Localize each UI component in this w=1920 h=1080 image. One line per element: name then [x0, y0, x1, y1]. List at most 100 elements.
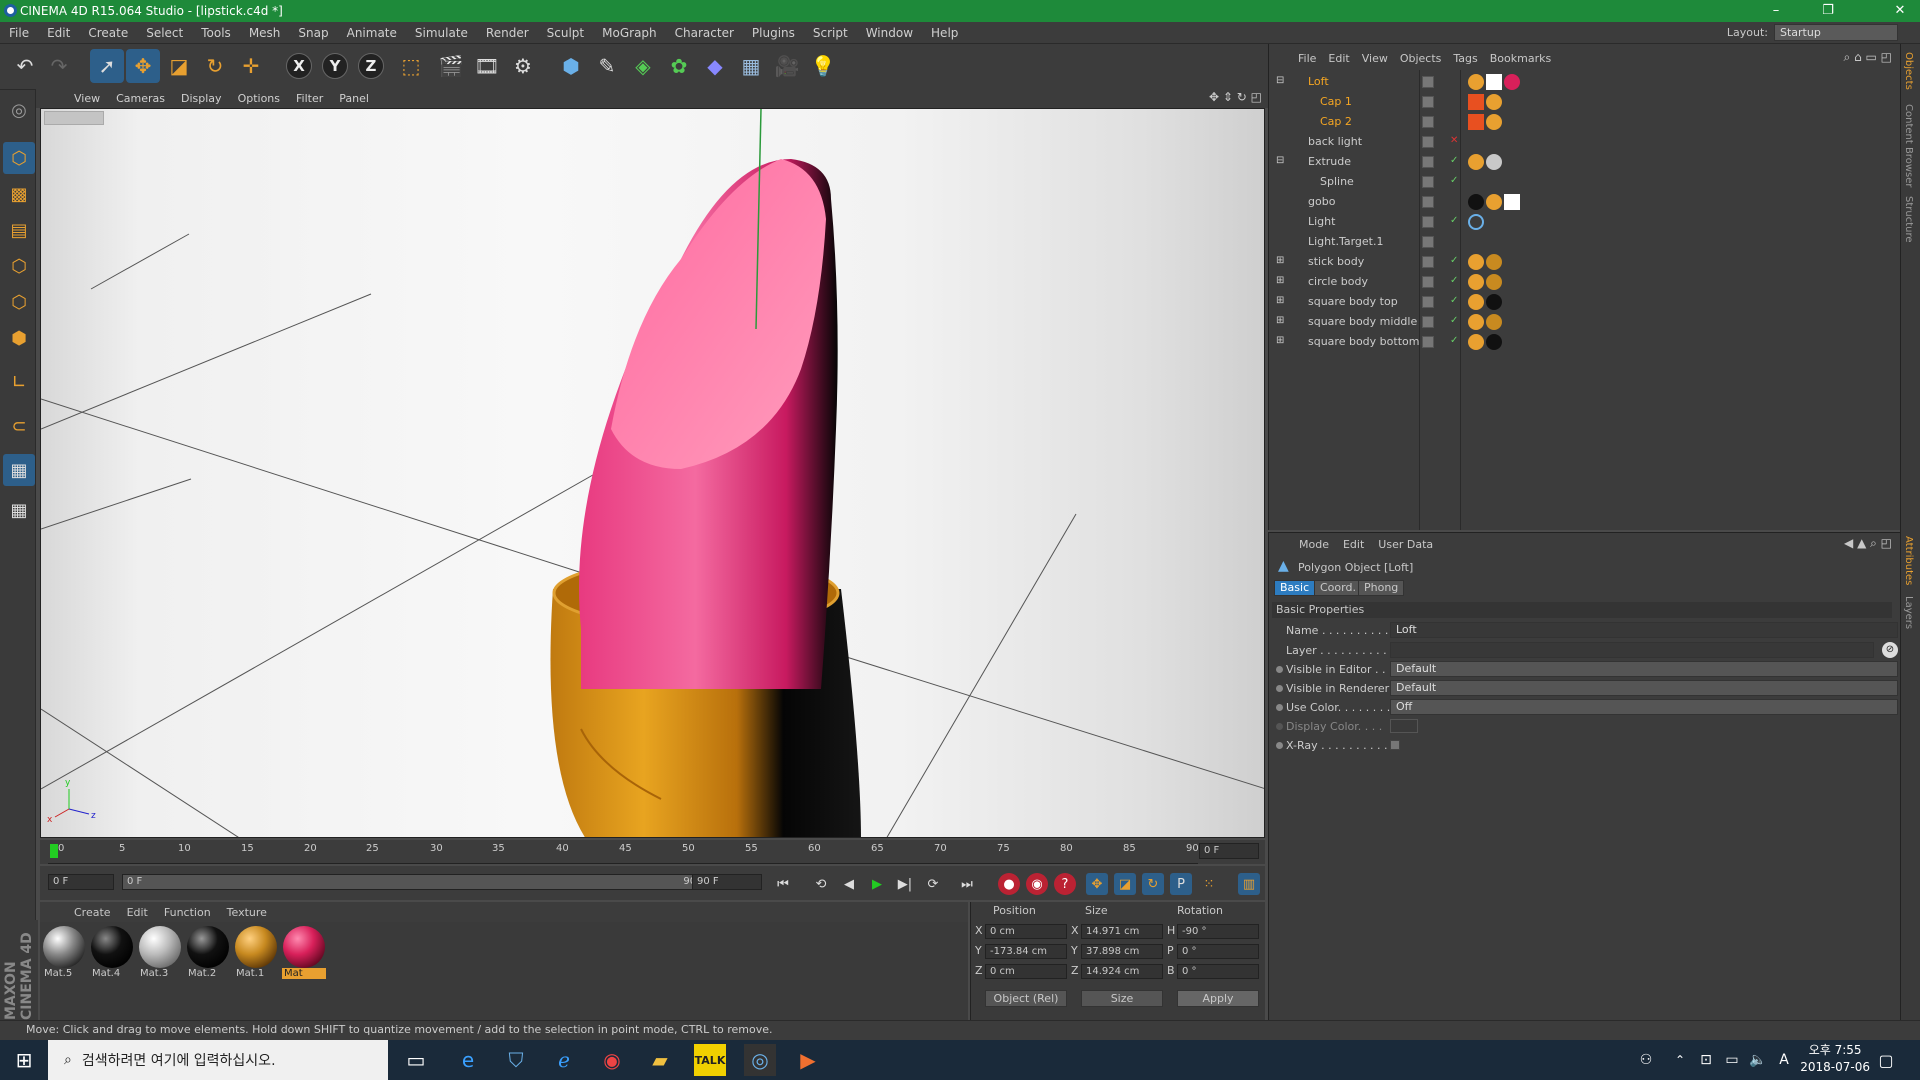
material-swatch[interactable]: Mat.1	[234, 926, 278, 984]
object-menu-view[interactable]: View	[1356, 52, 1394, 65]
y-axis-lock-icon[interactable]: Y	[322, 53, 348, 79]
frame-range-slider[interactable]: 0 F 90 F	[122, 874, 724, 890]
go-to-start-icon[interactable]: ⏮	[772, 873, 794, 895]
tab-attributes[interactable]: Attributes	[1903, 536, 1914, 585]
undo-icon[interactable]: ↶	[8, 49, 42, 83]
animate-dot-icon[interactable]	[1276, 742, 1283, 749]
texture-tag-icon[interactable]	[1504, 194, 1520, 210]
deformer-icon[interactable]: ◆	[698, 49, 732, 83]
position-z-field[interactable]: 0 cm	[985, 964, 1067, 979]
material-tag-icon[interactable]	[1486, 314, 1502, 330]
x-axis-lock-icon[interactable]: X	[286, 53, 312, 79]
chrome-icon[interactable]: ◉	[596, 1044, 628, 1076]
object-row-back-light[interactable]: back light ✕	[1272, 132, 1892, 152]
menu-sculpt[interactable]: Sculpt	[538, 26, 593, 40]
animate-dot-icon[interactable]	[1276, 723, 1283, 730]
menu-tools[interactable]: Tools	[192, 26, 240, 40]
visible-in-editor-select[interactable]: Default	[1390, 661, 1898, 677]
material-tag-icon[interactable]	[1486, 254, 1502, 270]
subdivision-surface-icon[interactable]: ◈	[626, 49, 660, 83]
layer-icon[interactable]	[1422, 176, 1434, 188]
material-tag-icon[interactable]	[1486, 334, 1502, 350]
model-mode-icon[interactable]: ⬡	[3, 142, 35, 174]
make-editable-icon[interactable]: ◎	[3, 94, 35, 126]
workplane-mode-icon[interactable]: ▤	[3, 214, 35, 246]
expand-icon[interactable]: ⊟	[1276, 155, 1284, 166]
layer-icon[interactable]	[1422, 316, 1434, 328]
snap-magnet-icon[interactable]: ⊂	[3, 410, 35, 442]
start-frame-field[interactable]: 0 F	[48, 874, 114, 890]
phong-tag-icon[interactable]	[1468, 154, 1484, 170]
cinema4d-taskbar-icon[interactable]: ◎	[744, 1044, 776, 1076]
object-row-cap1[interactable]: Cap 1	[1272, 92, 1892, 112]
layer-icon[interactable]	[1422, 76, 1434, 88]
disabled-icon[interactable]: ✕	[1450, 135, 1458, 146]
windows-start-icon[interactable]: ⊞	[0, 1040, 48, 1080]
viewport-menu-view[interactable]: View	[66, 92, 108, 105]
workplane-grid-icon[interactable]: ▦	[3, 494, 35, 526]
menu-edit[interactable]: Edit	[38, 26, 79, 40]
previous-key-icon[interactable]: ⟲	[810, 873, 832, 895]
light-bulb-icon[interactable]: 💡	[806, 49, 840, 83]
layer-icon[interactable]	[1422, 156, 1434, 168]
workplane-lock-icon[interactable]: ▦	[3, 454, 35, 486]
size-x-field[interactable]: 14.971 cm	[1081, 924, 1163, 939]
tab-basic[interactable]: Basic	[1274, 580, 1316, 596]
material-tag-icon[interactable]	[1486, 274, 1502, 290]
menu-window[interactable]: Window	[857, 26, 922, 40]
enabled-check-icon[interactable]: ✓	[1450, 175, 1458, 186]
polygon-tag-icon[interactable]	[1468, 114, 1484, 130]
key-scale-icon[interactable]: ◪	[1114, 873, 1136, 895]
scale-tool-icon[interactable]: ◪	[162, 49, 196, 83]
z-axis-lock-icon[interactable]: Z	[358, 53, 384, 79]
3d-viewport[interactable]: y z x	[40, 108, 1265, 838]
camera-icon[interactable]: 🎥	[770, 49, 804, 83]
task-view-icon[interactable]: ▭	[400, 1044, 432, 1076]
phong-tag-icon[interactable]	[1468, 314, 1484, 330]
taskbar-search-box[interactable]: ⌕ 검색하려면 여기에 입력하십시오.	[48, 1040, 388, 1080]
object-row-light[interactable]: Light ✓	[1272, 212, 1892, 232]
expand-icon[interactable]: ⊞	[1276, 255, 1284, 266]
viewport-menu-filter[interactable]: Filter	[288, 92, 331, 105]
object-row-square-body-middle[interactable]: square body middle ⊞ ✓	[1272, 312, 1892, 332]
rotation-b-field[interactable]: 0 °	[1177, 964, 1259, 979]
notification-center-icon[interactable]: ▢	[1870, 1044, 1902, 1076]
timeline-ruler[interactable]: 0 5 10 15 20 25 30 35 40 45 50 55 60 65 …	[40, 840, 1265, 864]
people-icon[interactable]: ⚇	[1630, 1044, 1662, 1076]
layer-icon[interactable]	[1422, 116, 1434, 128]
recent-tool-icon[interactable]: ✛	[234, 49, 268, 83]
play-icon[interactable]: ▶	[866, 873, 888, 895]
layer-icon[interactable]	[1422, 336, 1434, 348]
menu-plugins[interactable]: Plugins	[743, 26, 804, 40]
layer-icon[interactable]	[1422, 256, 1434, 268]
timeline-window-icon[interactable]: ▥	[1238, 873, 1260, 895]
render-view-icon[interactable]: 🎬	[434, 49, 468, 83]
next-frame-icon[interactable]: ▶|	[894, 873, 916, 895]
size-z-field[interactable]: 14.924 cm	[1081, 964, 1163, 979]
cube-icon[interactable]: ⬢	[554, 49, 588, 83]
spline-pen-icon[interactable]: ✎	[590, 49, 624, 83]
tab-layers[interactable]: Layers	[1903, 596, 1914, 629]
viewport-menu-cameras[interactable]: Cameras	[108, 92, 173, 105]
record-keys-icon[interactable]: ●	[998, 873, 1020, 895]
animate-dot-icon[interactable]	[1276, 685, 1283, 692]
go-to-end-icon[interactable]: ⏭	[956, 873, 978, 895]
object-row-square-body-top[interactable]: square body top ⊞ ✓	[1272, 292, 1892, 312]
material-swatch[interactable]: Mat.4	[90, 926, 134, 984]
phong-tag-icon[interactable]	[1468, 74, 1484, 90]
position-x-field[interactable]: 0 cm	[985, 924, 1067, 939]
menu-animate[interactable]: Animate	[338, 26, 406, 40]
object-menu-tags[interactable]: Tags	[1447, 52, 1483, 65]
tab-objects[interactable]: Objects	[1903, 52, 1914, 90]
autokey-icon[interactable]: ◉	[1026, 873, 1048, 895]
apply-button[interactable]: Apply	[1177, 990, 1259, 1007]
animate-dot-icon[interactable]	[1276, 666, 1283, 673]
menu-simulate[interactable]: Simulate	[406, 26, 477, 40]
tab-content-browser[interactable]: Content Browser	[1903, 104, 1914, 187]
axis-mode-icon[interactable]: ∟	[3, 366, 35, 398]
layout-select[interactable]: Startup	[1774, 24, 1898, 41]
rotation-h-field[interactable]: -90 °	[1177, 924, 1259, 939]
keyframe-selection-icon[interactable]: ?	[1054, 873, 1076, 895]
enabled-check-icon[interactable]: ✓	[1450, 155, 1458, 166]
phong-tag-icon[interactable]	[1468, 294, 1484, 310]
